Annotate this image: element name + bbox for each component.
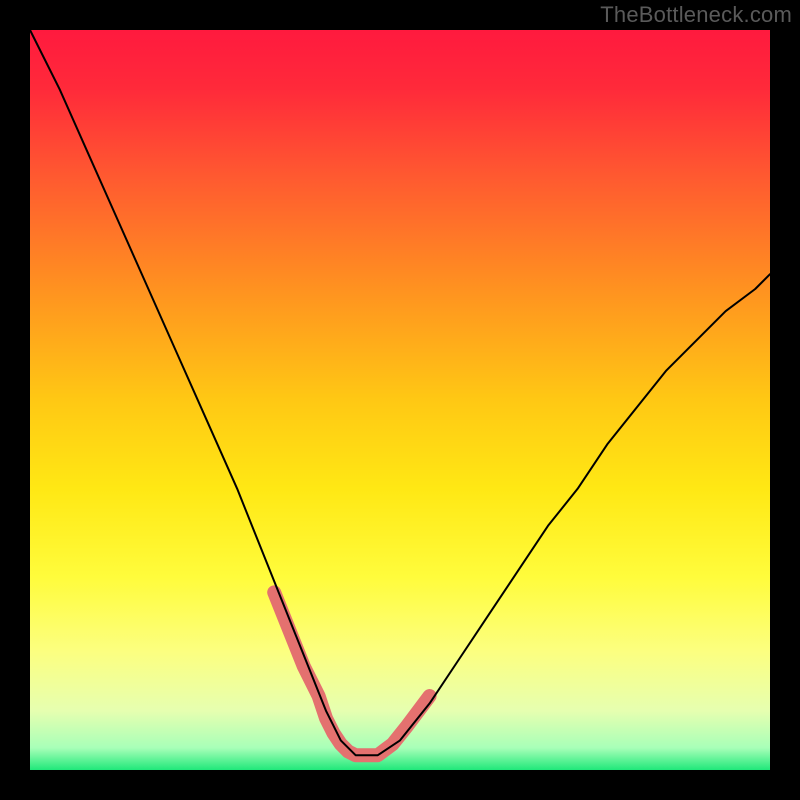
chart-frame: TheBottleneck.com [0, 0, 800, 800]
bottleneck-chart [0, 0, 800, 800]
watermark-label: TheBottleneck.com [600, 2, 792, 28]
